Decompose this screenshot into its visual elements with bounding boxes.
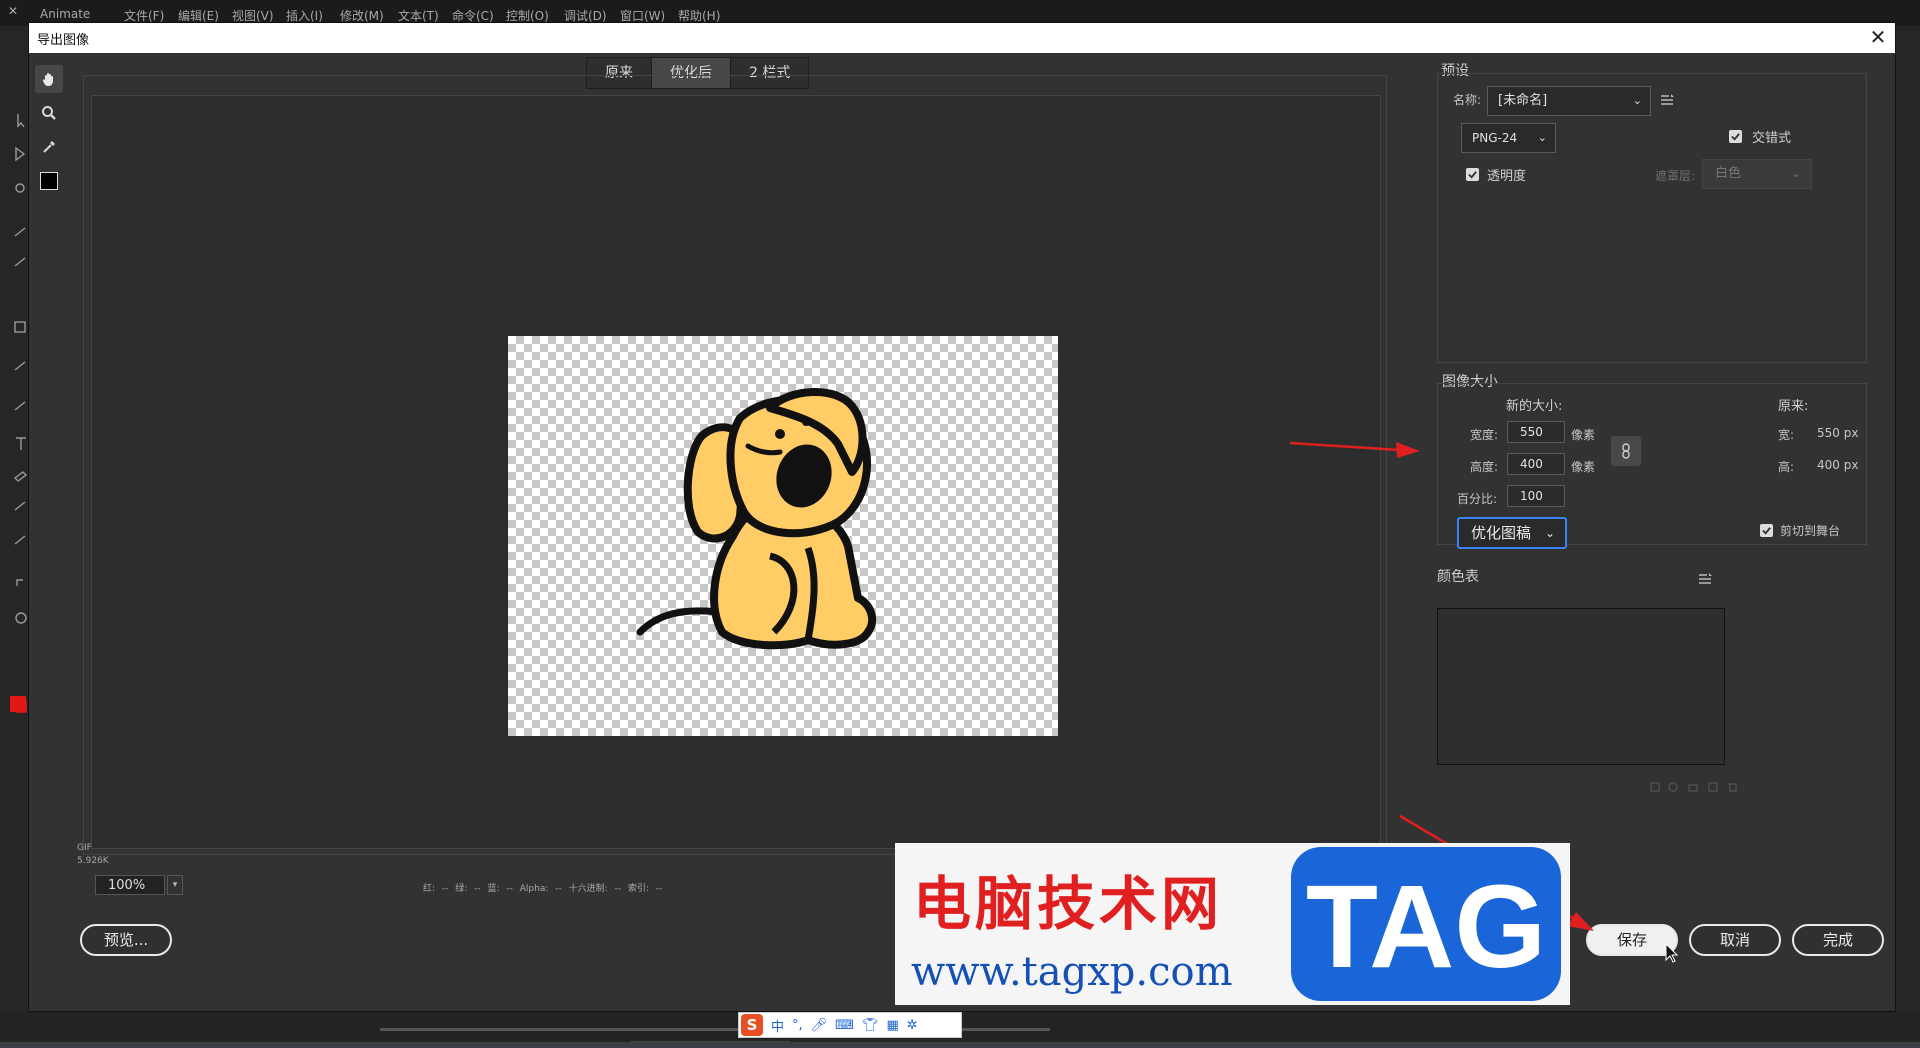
app-tool-icons xyxy=(10,114,28,713)
zoom-tool-button[interactable] xyxy=(35,99,63,127)
preset-name-value: [未命名] xyxy=(1498,93,1548,108)
app-name: Animate xyxy=(40,7,91,21)
zoom-dropdown-icon[interactable]: ▾ xyxy=(167,875,183,895)
taskbar-edge xyxy=(0,1042,1920,1048)
color-table-actions xyxy=(1649,781,1749,797)
transparent-icon xyxy=(1668,782,1678,792)
percent-label: 百分比: xyxy=(1457,492,1498,506)
height-label: 高度: xyxy=(1470,460,1499,474)
format-value: PNG-24 xyxy=(1472,131,1518,145)
matte-select: 白色 ⌄ xyxy=(1702,159,1812,189)
check-icon xyxy=(1731,133,1740,141)
zoom-input[interactable]: 100% xyxy=(95,875,165,895)
color-readout: 红: -- 绿: -- 蓝: -- Alpha: -- 十六进制: -- 索引:… xyxy=(423,884,663,894)
chevron-down-icon: ⌄ xyxy=(1632,94,1642,107)
transparency-label: 透明度 xyxy=(1487,169,1527,184)
width-input[interactable]: 550 xyxy=(1507,421,1565,443)
ime-logo-icon[interactable]: S xyxy=(741,1014,763,1036)
chevron-down-icon: ⌄ xyxy=(1791,167,1801,180)
check-icon xyxy=(1468,171,1477,179)
zoom-icon xyxy=(42,106,56,120)
close-icon[interactable]: ✕ xyxy=(8,4,18,18)
watermark-tag-badge: TAG xyxy=(1291,847,1561,1001)
eyedropper-tool-button[interactable] xyxy=(35,133,63,161)
dog-illustration xyxy=(636,388,877,650)
orig-height-value: 400 px xyxy=(1817,458,1859,472)
dialog-close-icon[interactable]: ✕ xyxy=(1867,25,1889,49)
size-readout: 5.926K xyxy=(77,856,109,866)
preview-button[interactable]: 预览... xyxy=(80,924,172,956)
interlaced-label: 交错式 xyxy=(1752,131,1792,146)
hand-tool-button[interactable] xyxy=(35,65,63,93)
mic-icon[interactable]: 🎤︎ xyxy=(811,1018,828,1033)
new-color-icon xyxy=(1708,782,1718,792)
constrain-proportions-button[interactable] xyxy=(1611,436,1641,466)
settings-icon[interactable]: ✲ xyxy=(907,1018,918,1033)
cancel-button[interactable]: 取消 xyxy=(1689,924,1781,956)
color-swatch[interactable] xyxy=(35,167,63,195)
swatch-black xyxy=(40,172,58,190)
save-button[interactable]: 保存 xyxy=(1586,924,1678,956)
color-table-swatches[interactable] xyxy=(1437,608,1725,765)
edit-color-icon xyxy=(1650,782,1660,792)
ime-mode-label[interactable]: 中 xyxy=(771,1016,784,1035)
preview-tools xyxy=(35,65,63,195)
ime-toolbar[interactable]: S 中 °, 🎤︎ ⌨ 👕︎ ▦ ✲ xyxy=(738,1012,962,1038)
chevron-down-icon: ⌄ xyxy=(1544,526,1555,540)
check-icon xyxy=(1762,527,1771,535)
preset-name-label: 名称: xyxy=(1453,93,1482,107)
punctuation-icon[interactable]: °, xyxy=(792,1018,803,1033)
chevron-down-icon: ⌄ xyxy=(1537,131,1547,144)
clip-to-stage-label: 剪切到舞台 xyxy=(1780,524,1841,538)
watermark-url: www.tagxp.com xyxy=(911,949,1233,995)
percent-input[interactable]: 100 xyxy=(1507,485,1565,507)
lock-icon xyxy=(1688,784,1698,792)
watermark-banner: 电脑技术网 www.tagxp.com TAG xyxy=(895,843,1570,1005)
link-icon xyxy=(1622,443,1630,459)
clip-to-stage-checkbox[interactable] xyxy=(1760,524,1773,537)
tools-icon[interactable]: ▦ xyxy=(886,1018,898,1033)
width-unit: 像素 xyxy=(1571,428,1596,442)
done-button[interactable]: 完成 xyxy=(1792,924,1884,956)
matte-label: 遮罩层: xyxy=(1655,169,1696,183)
new-size-label: 新的大小: xyxy=(1506,399,1563,414)
color-table-title: 颜色表 xyxy=(1437,569,1479,585)
original-label: 原来: xyxy=(1778,399,1809,414)
height-unit: 像素 xyxy=(1571,460,1596,474)
dialog-title: 导出图像 xyxy=(37,33,90,48)
preset-menu-icon[interactable] xyxy=(1659,92,1677,108)
height-input[interactable]: 400 xyxy=(1507,453,1565,475)
app-toolbar xyxy=(0,26,28,1048)
orig-width-value: 550 px xyxy=(1817,426,1859,440)
eyedropper-icon xyxy=(43,141,55,153)
watermark-title: 电脑技术网 xyxy=(913,870,1224,938)
orig-height-label: 高: xyxy=(1778,460,1795,474)
trash-icon xyxy=(1729,783,1737,792)
watermark-tag-text: TAG xyxy=(1305,861,1547,993)
matte-value: 白色 xyxy=(1715,166,1742,181)
format-readout: GIF xyxy=(77,843,92,853)
preview-area[interactable] xyxy=(91,95,1381,849)
interlaced-checkbox[interactable] xyxy=(1729,130,1742,143)
width-label: 宽度: xyxy=(1470,428,1499,442)
transparency-checkbox[interactable] xyxy=(1466,168,1479,181)
orig-width-label: 宽: xyxy=(1778,428,1795,442)
preset-group xyxy=(1437,73,1867,363)
skin-icon[interactable]: 👕︎ xyxy=(862,1018,879,1033)
dialog-titlebar[interactable]: 导出图像 ✕ xyxy=(29,23,1895,53)
keyboard-icon[interactable]: ⌨ xyxy=(835,1018,854,1033)
format-select[interactable]: PNG-24 ⌄ xyxy=(1461,123,1556,153)
preset-name-select[interactable]: [未命名] ⌄ xyxy=(1487,86,1651,116)
optimize-value: 优化图稿 xyxy=(1471,524,1532,542)
hand-icon xyxy=(42,73,53,86)
optimize-select[interactable]: 优化图稿 ⌄ xyxy=(1457,517,1567,549)
stage-preview xyxy=(508,336,1058,736)
color-table-menu-icon[interactable] xyxy=(1697,571,1715,587)
